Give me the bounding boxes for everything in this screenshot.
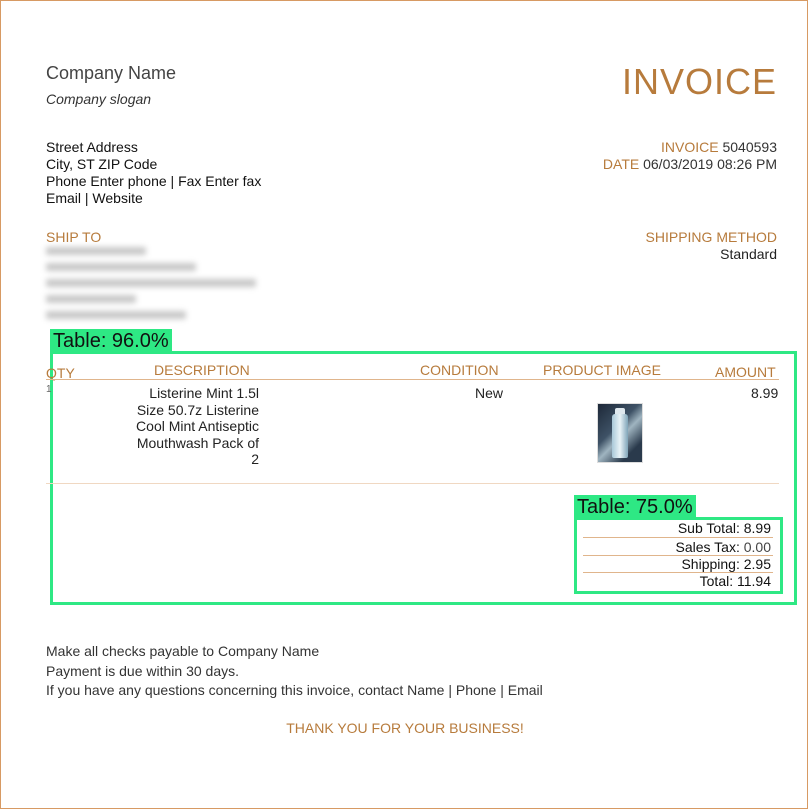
sales-tax-label: Sales Tax: (675, 539, 740, 555)
table-detection-label: Table: 96.0% (50, 329, 172, 353)
shipping-method-label: SHIPPING METHOD (645, 229, 777, 245)
sales-tax-value: 0.00 (743, 539, 771, 555)
company-address: Street Address City, ST ZIP Code Phone E… (46, 139, 261, 207)
header-amount: AMOUNT (715, 364, 776, 380)
invoice-date-value: 06/03/2019 08:26 PM (643, 156, 777, 172)
row-qty: 1 (46, 384, 52, 395)
address-phone-fax: Phone Enter phone | Fax Enter fax (46, 173, 262, 189)
totals-rule (583, 537, 773, 538)
totals-detection-label: Table: 75.0% (574, 495, 696, 519)
address-email-website: Email | Website (46, 190, 143, 206)
header-condition: CONDITION (420, 362, 499, 378)
ship-to-label: SHIP TO (46, 229, 102, 245)
subtotal-row: Sub Total: 8.99 (678, 520, 771, 536)
shipping-value: 2.95 (743, 556, 771, 572)
subtotal-value: 8.99 (743, 520, 771, 536)
row-amount: 8.99 (751, 385, 779, 401)
row-description-line: Listerine Mint 1.5l (149, 385, 259, 401)
row-condition: New (475, 385, 504, 401)
invoice-date-label: DATE (602, 156, 640, 172)
header-product-image: PRODUCT IMAGE (543, 362, 661, 378)
total-row: Total: 11.94 (700, 573, 771, 589)
address-street: Street Address (46, 139, 138, 155)
row-rule (46, 483, 779, 484)
product-image (597, 403, 643, 463)
total-label: Total: (699, 573, 734, 589)
invoice-page: Company Name Company slogan INVOICE Stre… (0, 0, 808, 809)
subtotal-label: Sub Total: (677, 520, 740, 536)
row-description: Listerine Mint 1.5l Size 50.7z Listerine… (119, 385, 259, 468)
footer-line-checks: Make all checks payable to Company Name (46, 643, 320, 659)
address-city: City, ST ZIP Code (46, 156, 158, 172)
invoice-meta: INVOICE 5040593 DATE 06/03/2019 08:26 PM (603, 139, 777, 173)
invoice-number-value: 5040593 (722, 139, 777, 155)
row-description-line: Cool Mint Antiseptic (136, 418, 259, 434)
header-description: DESCRIPTION (154, 362, 250, 378)
invoice-title: INVOICE (621, 61, 777, 102)
shipping-row: Shipping: 2.95 (681, 556, 771, 572)
total-value: 11.94 (737, 573, 771, 589)
footer-notes: Make all checks payable to Company Name … (46, 642, 543, 701)
invoice-date-row: DATE 06/03/2019 08:26 PM (603, 156, 777, 173)
row-description-line: 2 (251, 451, 259, 467)
footer-line-due: Payment is due within 30 days. (46, 662, 239, 679)
company-slogan: Company slogan (46, 91, 152, 107)
row-description-line: Mouthwash Pack of (136, 434, 259, 451)
header-rule (46, 379, 779, 380)
shipping-method: SHIPPING METHOD Standard (646, 229, 777, 263)
shipping-method-value: Standard (720, 246, 777, 262)
ship-to-address-redacted (46, 247, 266, 327)
footer-line-contact: If you have any questions concerning thi… (46, 682, 543, 698)
shipping-label: Shipping: (681, 556, 740, 572)
thank-you-message: THANK YOU FOR YOUR BUSINESS! (286, 720, 524, 736)
sales-tax-row: Sales Tax: 0.00 (676, 539, 771, 555)
invoice-number-row: INVOICE 5040593 (603, 139, 777, 156)
row-description-line: Size 50.7z Listerine (136, 401, 259, 418)
invoice-number-label: INVOICE (661, 139, 719, 155)
company-name: Company Name (46, 63, 177, 83)
